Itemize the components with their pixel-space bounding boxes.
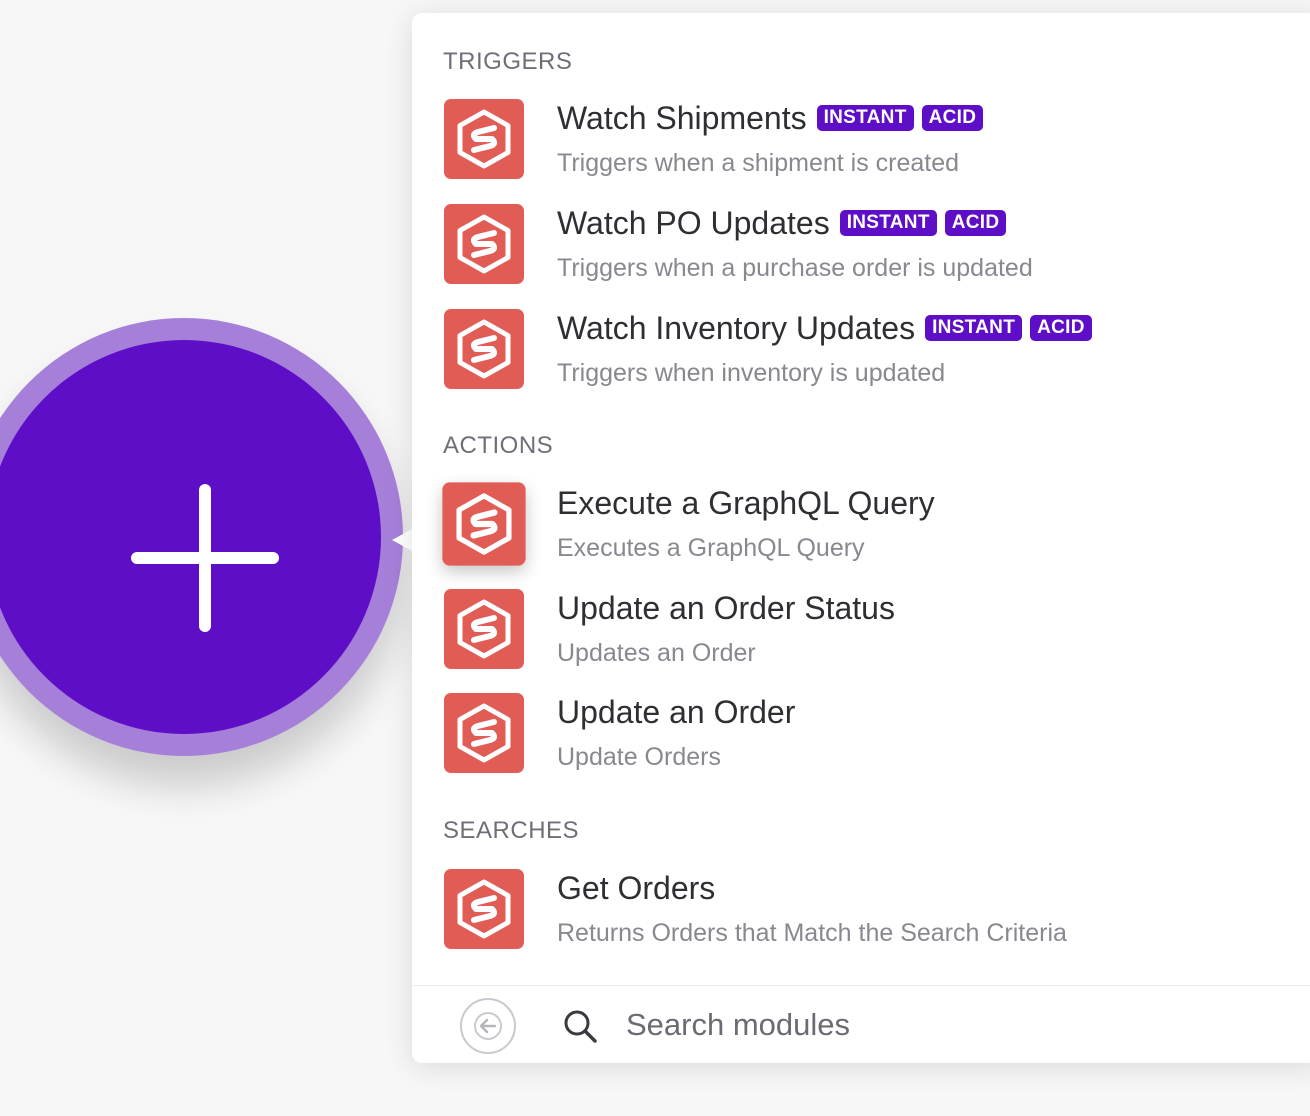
- section-title-triggers: TRIGGERS: [443, 48, 573, 75]
- shippo-s-icon: [444, 693, 524, 773]
- shippo-s-icon: [444, 99, 524, 179]
- module-title: Get Orders: [557, 869, 715, 907]
- module-item-execute-graphql-query[interactable]: Execute a GraphQL Query Executes a Graph…: [442, 482, 1304, 574]
- module-title-text: Watch Inventory Updates: [557, 310, 916, 346]
- badge-acid: ACID: [944, 210, 1007, 236]
- module-item-watch-inventory-updates[interactable]: Watch Inventory Updates INSTANT ACID Tri…: [444, 309, 1304, 399]
- module-title: Watch PO Updates INSTANT ACID: [557, 204, 1007, 242]
- search-icon: [564, 1010, 597, 1043]
- panel-pointer: [392, 528, 414, 552]
- module-item-update-order[interactable]: Update an Order Update Orders: [444, 693, 1304, 783]
- back-arrow-icon: [474, 1012, 502, 1040]
- module-title-text: Get Orders: [557, 870, 716, 906]
- module-title: Update an Order: [557, 693, 795, 731]
- badge-acid: ACID: [1030, 315, 1092, 341]
- search-input[interactable]: [624, 1000, 1228, 1050]
- module-description: Triggers when inventory is updated: [557, 359, 946, 387]
- section-title-searches: SEARCHES: [443, 817, 580, 844]
- module-picker-panel: TRIGGERS Watch Shipments INSTANT ACID Tr…: [412, 13, 1310, 1063]
- module-description: Executes a GraphQL Query: [557, 534, 865, 562]
- add-module-button[interactable]: [0, 318, 403, 756]
- badge-acid: ACID: [921, 105, 984, 131]
- module-title: Watch Shipments INSTANT ACID: [557, 99, 984, 137]
- module-description: Triggers when a purchase order is update…: [557, 254, 1033, 282]
- scenario-canvas: TRIGGERS Watch Shipments INSTANT ACID Tr…: [0, 0, 1310, 1116]
- section-title-actions: ACTIONS: [443, 432, 554, 459]
- module-title-text: Update an Order: [557, 694, 796, 730]
- module-title: Update an Order Status: [557, 589, 895, 627]
- module-title-text: Watch Shipments: [557, 100, 807, 136]
- badge-instant: INSTANT: [816, 105, 914, 131]
- shippo-s-icon: [444, 309, 524, 389]
- module-description: Returns Orders that Match the Search Cri…: [557, 919, 1067, 947]
- module-item-get-orders[interactable]: Get Orders Returns Orders that Match the…: [444, 869, 1304, 959]
- shippo-s-icon: [444, 869, 524, 949]
- badge-instant: INSTANT: [925, 315, 1023, 341]
- badge-instant: INSTANT: [839, 210, 937, 236]
- module-title-text: Watch PO Updates: [557, 205, 830, 241]
- add-module-core[interactable]: [0, 340, 381, 734]
- module-item-watch-po-updates[interactable]: Watch PO Updates INSTANT ACID Triggers w…: [444, 204, 1304, 294]
- shippo-s-icon: [444, 589, 524, 669]
- module-item-update-order-status[interactable]: Update an Order Status Updates an Order: [444, 589, 1304, 679]
- module-description: Updates an Order: [557, 639, 756, 667]
- back-button[interactable]: [460, 998, 516, 1054]
- module-title-text: Update an Order Status: [557, 590, 895, 626]
- module-item-watch-shipments[interactable]: Watch Shipments INSTANT ACID Triggers wh…: [444, 99, 1304, 189]
- module-description: Triggers when a shipment is created: [557, 149, 960, 177]
- module-title: Execute a GraphQL Query: [557, 484, 935, 522]
- module-description: Update Orders: [557, 743, 721, 771]
- module-title: Watch Inventory Updates INSTANT ACID: [557, 309, 1092, 347]
- module-title-text: Execute a GraphQL Query: [557, 485, 935, 521]
- plus-icon-vertical: [199, 484, 211, 632]
- panel-footer: [412, 985, 1310, 1064]
- shippo-s-icon: [442, 482, 526, 566]
- shippo-s-icon: [444, 204, 524, 284]
